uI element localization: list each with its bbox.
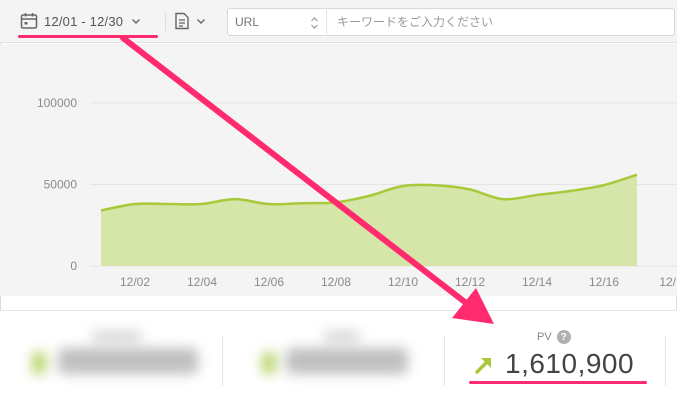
x-tick-label: 12/1 [659,275,677,289]
x-tick-label: 12/12 [455,275,485,289]
url-select[interactable] [227,8,327,36]
metric-card-blurred-1 [22,326,207,386]
y-tick-label: 0 [70,259,77,273]
page-type-dropdown[interactable] [174,9,206,33]
pv-metric-label: PV ? [537,330,571,344]
x-tick-label: 12/04 [187,275,217,289]
date-range-picker[interactable]: 12/01 - 12/30 [20,8,141,34]
pv-area-fill [101,174,637,266]
highlight-underline-pv [469,381,647,384]
keyword-input[interactable] [337,15,657,29]
highlight-underline-date [18,35,158,38]
keyword-search[interactable] [326,8,675,36]
y-tick-label: 50000 [44,177,78,191]
x-tick-label: 12/16 [589,275,619,289]
chevron-down-icon [132,19,141,24]
help-icon[interactable]: ? [556,330,571,344]
y-tick-label: 100000 [37,96,77,110]
x-tick-label: 12/06 [254,275,284,289]
blurred-value [286,348,408,374]
metric-divider [444,336,445,386]
x-tick-label: 12/08 [321,275,351,289]
blurred-value [58,348,198,374]
updown-arrows-icon [311,17,318,29]
x-tick-label: 12/14 [522,275,552,289]
trend-up-arrow-icon [475,358,491,374]
metric-divider [665,336,666,386]
blurred-label [324,332,360,340]
metric-divider [222,336,223,386]
pv-area-chart: 0 50000 100000 12/02 12/04 12/06 12/08 12/10 12/… [37,96,677,289]
x-tick-label: 12/10 [388,275,418,289]
url-select-input[interactable] [235,15,301,29]
blurred-label [92,332,142,340]
document-icon [175,12,189,30]
x-tick-label: 12/02 [120,275,150,289]
chevron-down-icon [197,19,205,24]
pv-metric-value: 1,610,900 [505,348,635,379]
date-range-text: 12/01 - 12/30 [44,13,124,29]
toolbar-divider [165,13,166,31]
blurred-trend-icon [262,352,276,374]
calendar-icon [20,13,38,29]
blurred-trend-icon [32,352,46,374]
metric-card-blurred-2 [252,326,422,386]
pv-label-text: PV [537,331,552,343]
